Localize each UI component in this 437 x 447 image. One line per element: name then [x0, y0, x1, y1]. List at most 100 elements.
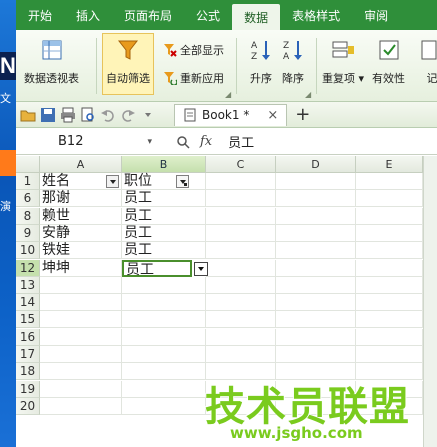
table-cell[interactable]: [276, 173, 356, 190]
table-cell[interactable]: [276, 207, 356, 225]
row-header[interactable]: 20: [16, 397, 40, 415]
row-header[interactable]: 9: [16, 224, 40, 242]
table-cell[interactable]: [356, 328, 423, 346]
tab-page-layout[interactable]: 页面布局: [112, 0, 184, 30]
table-cell[interactable]: 安静: [40, 224, 122, 242]
close-tab-icon[interactable]: ×: [267, 108, 278, 123]
row-header[interactable]: 15: [16, 311, 40, 329]
table-cell[interactable]: [40, 380, 122, 398]
table-cell[interactable]: 员工: [122, 190, 206, 208]
table-cell[interactable]: [40, 397, 122, 415]
row-header[interactable]: 18: [16, 363, 40, 381]
table-cell[interactable]: 员工: [122, 224, 206, 242]
table-cell[interactable]: [356, 311, 423, 329]
column-header-d[interactable]: D: [276, 156, 356, 173]
table-cell[interactable]: [122, 276, 206, 294]
table-cell[interactable]: [276, 190, 356, 208]
table-cell[interactable]: 铁娃: [40, 242, 122, 260]
table-cell[interactable]: [206, 207, 276, 225]
table-cell[interactable]: [122, 397, 206, 415]
table-cell[interactable]: [276, 328, 356, 346]
zoom-icon[interactable]: [176, 135, 190, 149]
table-cell[interactable]: 那谢: [40, 190, 122, 208]
redo-icon[interactable]: [120, 107, 136, 123]
tab-formulas[interactable]: 公式: [184, 0, 232, 30]
column-header-e[interactable]: E: [356, 156, 423, 173]
fx-icon[interactable]: fx: [200, 134, 212, 149]
select-all-corner[interactable]: [16, 156, 40, 173]
table-cell[interactable]: [356, 276, 423, 294]
row-header[interactable]: 14: [16, 294, 40, 312]
row-header[interactable]: 13: [16, 276, 40, 294]
print-icon[interactable]: [60, 107, 76, 123]
tab-review[interactable]: 审阅: [352, 0, 400, 30]
row-header[interactable]: 1: [16, 173, 40, 190]
table-cell[interactable]: [122, 294, 206, 312]
table-cell[interactable]: [122, 380, 206, 398]
table-cell[interactable]: [122, 311, 206, 329]
sort-ascending-button[interactable]: AZ 升序: [249, 38, 273, 86]
pivot-table-button[interactable]: 数据透视表: [24, 38, 79, 86]
table-cell[interactable]: [356, 207, 423, 225]
print-preview-icon[interactable]: [80, 107, 96, 123]
table-cell[interactable]: [40, 363, 122, 381]
duplicates-button[interactable]: 重复项 ▾: [322, 38, 364, 86]
table-cell[interactable]: [356, 259, 423, 277]
table-cell[interactable]: 职位: [122, 173, 206, 190]
tab-home[interactable]: 开始: [16, 0, 64, 30]
autofilter-button[interactable]: 自动筛选: [102, 33, 154, 95]
table-cell[interactable]: [356, 173, 423, 190]
table-cell[interactable]: [206, 224, 276, 242]
row-header[interactable]: 6: [16, 190, 40, 208]
column-header-c[interactable]: C: [206, 156, 276, 173]
table-cell[interactable]: [206, 190, 276, 208]
table-cell[interactable]: [276, 242, 356, 260]
table-cell[interactable]: 员工: [122, 242, 206, 260]
row-header[interactable]: 16: [16, 328, 40, 346]
list-dropdown-icon[interactable]: [194, 261, 208, 276]
table-cell[interactable]: [206, 346, 276, 363]
open-folder-icon[interactable]: [20, 107, 36, 123]
row-header[interactable]: 17: [16, 346, 40, 363]
filter-dropdown-icon[interactable]: [106, 175, 119, 188]
table-cell[interactable]: [356, 242, 423, 260]
row-header[interactable]: 19: [16, 380, 40, 398]
table-cell[interactable]: [206, 328, 276, 346]
vertical-scrollbar[interactable]: [423, 156, 437, 447]
table-cell[interactable]: 员工: [122, 207, 206, 225]
column-header-b[interactable]: B: [122, 156, 206, 173]
table-cell[interactable]: [276, 224, 356, 242]
row-header[interactable]: 8: [16, 207, 40, 225]
table-cell[interactable]: [40, 294, 122, 312]
group-launcher-icon[interactable]: ◢: [305, 90, 311, 99]
row-header[interactable]: 10: [16, 242, 40, 260]
document-tab[interactable]: Book1 * ×: [174, 103, 288, 126]
row-header[interactable]: 12: [16, 259, 40, 277]
table-cell[interactable]: [356, 224, 423, 242]
table-cell[interactable]: [276, 276, 356, 294]
group-launcher-icon[interactable]: ◢: [225, 90, 231, 99]
tab-insert[interactable]: 插入: [64, 0, 112, 30]
table-cell[interactable]: [122, 346, 206, 363]
table-cell[interactable]: [356, 346, 423, 363]
table-cell[interactable]: [40, 311, 122, 329]
show-all-button[interactable]: 全部显示: [163, 42, 224, 58]
table-cell[interactable]: [206, 311, 276, 329]
table-cell[interactable]: [122, 328, 206, 346]
chevron-down-icon[interactable]: ▾: [147, 137, 152, 147]
table-cell[interactable]: [276, 259, 356, 277]
more-button[interactable]: 记: [420, 38, 437, 86]
table-cell[interactable]: [356, 190, 423, 208]
table-cell[interactable]: [276, 346, 356, 363]
name-box[interactable]: B12 ▾: [30, 132, 156, 152]
table-cell[interactable]: [206, 242, 276, 260]
formula-input[interactable]: 员工: [228, 132, 254, 151]
table-cell[interactable]: [40, 328, 122, 346]
sort-descending-button[interactable]: ZA 降序: [281, 38, 305, 86]
table-cell[interactable]: 赖世: [40, 207, 122, 225]
table-cell[interactable]: [40, 276, 122, 294]
tab-data[interactable]: 数据: [232, 4, 281, 30]
table-cell[interactable]: [276, 294, 356, 312]
save-icon[interactable]: [40, 107, 56, 123]
filter-active-icon[interactable]: [176, 175, 189, 188]
